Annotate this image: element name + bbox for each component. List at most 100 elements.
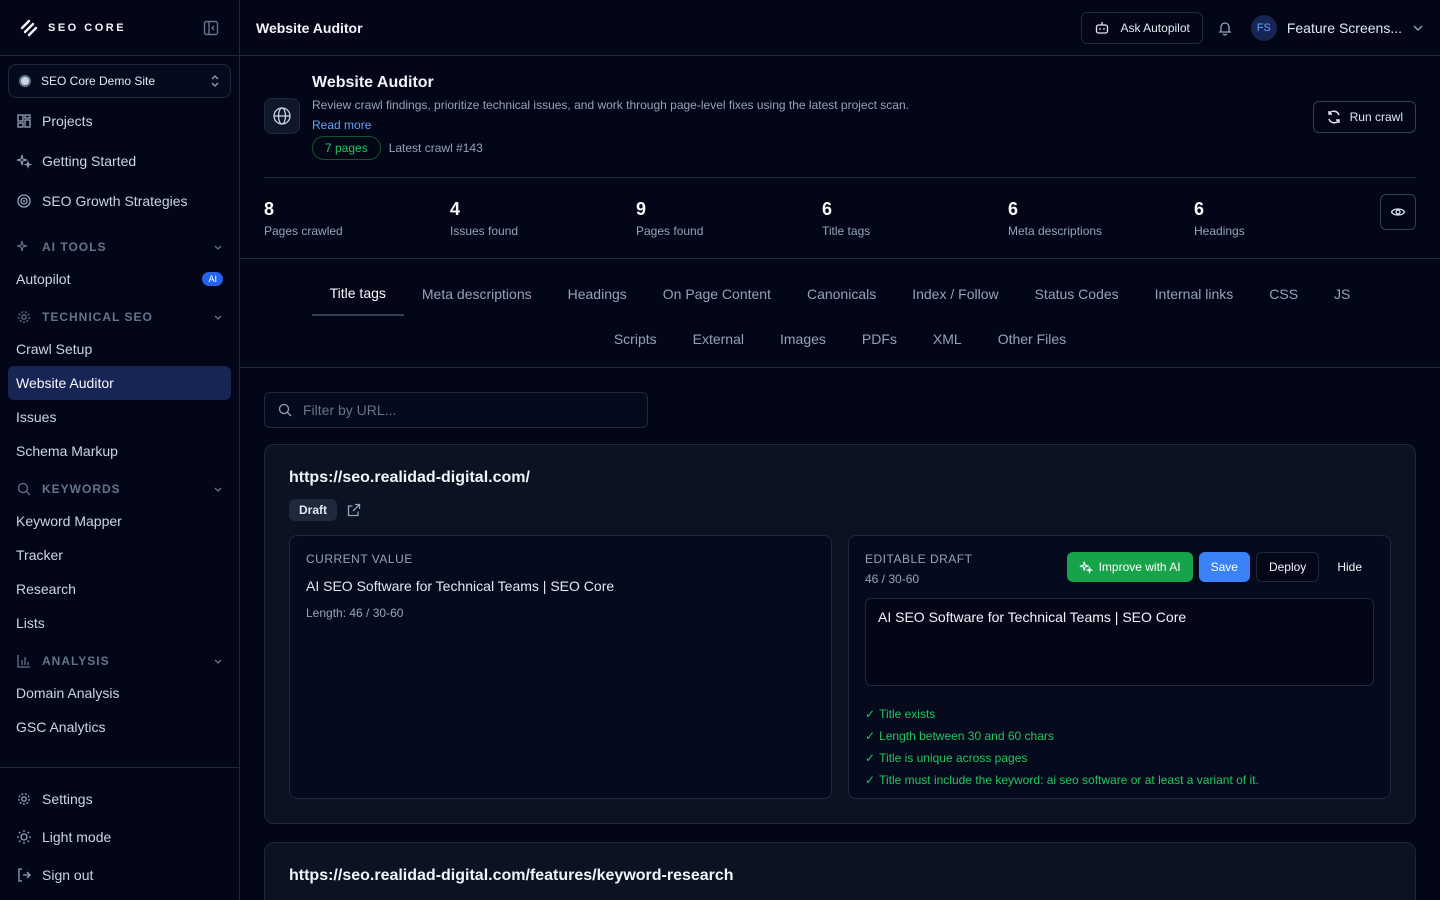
check-item: ✓ Title must include the keyword: ai seo … xyxy=(865,769,1374,791)
chevron-down-icon xyxy=(213,484,223,494)
sidebar-item-projects[interactable]: Projects xyxy=(8,104,231,138)
site-selector[interactable]: SEO Core Demo Site xyxy=(8,64,231,98)
sidebar-item-label: Settings xyxy=(42,791,93,807)
section-keywords[interactable]: KEYWORDS xyxy=(8,474,231,504)
tab-xml[interactable]: XML xyxy=(915,316,980,361)
user-name[interactable]: Feature Screens... xyxy=(1287,20,1402,36)
tab-js[interactable]: JS xyxy=(1316,271,1368,316)
sidebar-item-issues[interactable]: Issues xyxy=(8,400,231,434)
sidebar-item-lists[interactable]: Lists xyxy=(8,606,231,640)
sidebar-item-website-auditor[interactable]: Website Auditor xyxy=(8,366,231,400)
sidebar-item-tracker[interactable]: Tracker xyxy=(8,538,231,572)
sidebar-item-research[interactable]: Research xyxy=(8,572,231,606)
tabs: Title tags Meta descriptions Headings On… xyxy=(240,259,1440,368)
tab-index-follow[interactable]: Index / Follow xyxy=(894,271,1016,316)
sidebar-item-keyword-mapper[interactable]: Keyword Mapper xyxy=(8,504,231,538)
tab-internal-links[interactable]: Internal links xyxy=(1137,271,1252,316)
improve-with-ai-button[interactable]: Improve with AI xyxy=(1066,552,1193,582)
tab-canonicals[interactable]: Canonicals xyxy=(789,271,894,316)
improve-label: Improve with AI xyxy=(1098,560,1181,574)
page-description: Review crawl findings, prioritize techni… xyxy=(312,98,909,112)
sidebar-item-autopilot[interactable]: Autopilot AI xyxy=(8,262,231,296)
run-crawl-button[interactable]: Run crawl xyxy=(1312,101,1416,133)
stat-value: 6 xyxy=(1008,198,1019,219)
draft-label-group: EDITABLE DRAFT 46 / 30-60 xyxy=(865,552,972,586)
tab-scripts[interactable]: Scripts xyxy=(596,316,675,361)
deploy-button[interactable]: Deploy xyxy=(1255,552,1320,582)
latest-crawl: Latest crawl #143 xyxy=(388,141,483,155)
stat-headings: 6 Headings xyxy=(1194,199,1380,238)
site-favicon-icon xyxy=(19,75,31,87)
sidebar: SEO CORE SEO Core Demo Site Projects Get… xyxy=(0,0,240,900)
stat-meta-descriptions: 6 Meta descriptions xyxy=(1008,199,1194,238)
tab-css[interactable]: CSS xyxy=(1251,271,1316,316)
tab-external[interactable]: External xyxy=(675,316,762,361)
brand-logo[interactable]: SEO CORE xyxy=(20,19,126,37)
topbar-title: Website Auditor xyxy=(256,19,363,36)
tab-headings[interactable]: Headings xyxy=(550,271,645,316)
tab-other-files[interactable]: Other Files xyxy=(980,316,1084,361)
stat-label: Pages crawled xyxy=(264,223,343,238)
check-icon: ✓ xyxy=(865,773,876,787)
stat-value: 8 xyxy=(264,198,275,219)
sidebar-item-seo-growth[interactable]: SEO Growth Strategies xyxy=(8,184,231,218)
sidebar-item-label: Getting Started xyxy=(42,153,137,169)
sidebar-item-crawl-setup[interactable]: Crawl Setup xyxy=(8,332,231,366)
collapse-sidebar-icon[interactable] xyxy=(203,20,219,36)
tab-row-2: Scripts External Images PDFs XML Other F… xyxy=(240,316,1440,361)
draft-title-input[interactable]: AI SEO Software for Technical Teams | SE… xyxy=(865,598,1374,686)
ask-autopilot-button[interactable]: Ask Autopilot xyxy=(1081,11,1203,44)
sidebar-item-label: Crawl Setup xyxy=(16,341,93,357)
tab-status-codes[interactable]: Status Codes xyxy=(1017,271,1137,316)
check-text: Title is unique across pages xyxy=(879,751,1028,765)
sidebar-item-label: Keyword Mapper xyxy=(16,513,122,529)
stat-label: Meta descriptions xyxy=(1008,223,1103,238)
run-crawl-label: Run crawl xyxy=(1349,110,1403,124)
sidebar-item-label: Schema Markup xyxy=(16,443,118,459)
sidebar-item-settings[interactable]: Settings xyxy=(8,780,231,818)
stat-label: Pages found xyxy=(636,223,704,238)
check-item: ✓ Length between 30 and 60 chars xyxy=(865,725,1374,747)
page-url[interactable]: https://seo.realidad-digital.com/feature… xyxy=(289,867,1391,885)
sidebar-item-label: Sign out xyxy=(42,867,94,883)
section-label: ANALYSIS xyxy=(42,654,110,668)
read-more-link[interactable]: Read more xyxy=(312,118,909,132)
tab-images[interactable]: Images xyxy=(762,316,844,361)
main-content: Website Auditor Ask Autopilot FS Feature… xyxy=(240,0,1440,900)
tab-meta-descriptions[interactable]: Meta descriptions xyxy=(404,271,550,316)
page-url[interactable]: https://seo.realidad-digital.com/ xyxy=(289,469,1391,487)
tab-on-page-content[interactable]: On Page Content xyxy=(645,271,789,316)
status-badge: Draft xyxy=(289,499,338,521)
hide-button[interactable]: Hide xyxy=(1325,552,1374,582)
sidebar-item-label: SEO Growth Strategies xyxy=(42,193,188,209)
grid-icon xyxy=(16,113,32,129)
sidebar-item-gsc-analytics[interactable]: GSC Analytics xyxy=(8,710,231,744)
chevron-down-icon xyxy=(213,312,223,322)
toggle-visibility-button[interactable] xyxy=(1380,194,1416,230)
sidebar-item-light-mode[interactable]: Light mode xyxy=(8,818,231,856)
chevron-down-icon[interactable] xyxy=(1412,22,1424,34)
sidebar-item-schema-markup[interactable]: Schema Markup xyxy=(8,434,231,468)
stat-value: 9 xyxy=(636,198,647,219)
save-button[interactable]: Save xyxy=(1198,552,1250,582)
external-link-icon[interactable] xyxy=(347,503,361,517)
tab-title-tags[interactable]: Title tags xyxy=(311,271,404,316)
crawl-meta: 7 pages Latest crawl #143 xyxy=(312,136,909,160)
sidebar-item-getting-started[interactable]: Getting Started xyxy=(8,144,231,178)
check-icon: ✓ xyxy=(865,707,876,721)
target-icon xyxy=(16,193,32,209)
section-analysis[interactable]: ANALYSIS xyxy=(8,646,231,676)
sidebar-item-sign-out[interactable]: Sign out xyxy=(8,856,231,894)
section-technical-seo[interactable]: TECHNICAL SEO xyxy=(8,302,231,332)
section-ai-tools[interactable]: AI TOOLS xyxy=(8,232,231,262)
page-title: Website Auditor xyxy=(312,74,434,91)
filter-url-input[interactable]: Filter by URL... xyxy=(264,392,648,428)
bell-icon[interactable] xyxy=(1217,20,1233,36)
tab-pdfs[interactable]: PDFs xyxy=(844,316,915,361)
sidebar-item-domain-analysis[interactable]: Domain Analysis xyxy=(8,676,231,710)
current-value-text: AI SEO Software for Technical Teams | SE… xyxy=(306,578,615,594)
section-label: AI TOOLS xyxy=(42,240,107,254)
stat-issues-found: 4 Issues found xyxy=(450,199,636,238)
search-icon xyxy=(277,402,293,418)
avatar[interactable]: FS xyxy=(1250,14,1277,41)
